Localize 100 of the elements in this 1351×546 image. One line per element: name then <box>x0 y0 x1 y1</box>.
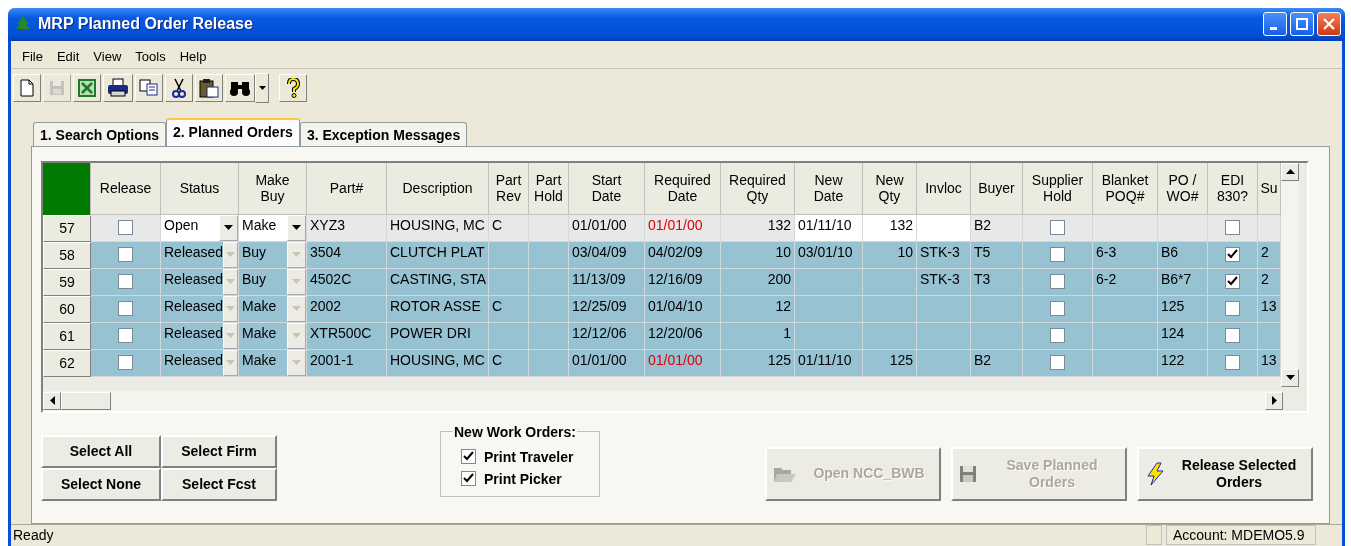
table-cell: B6*7 <box>1158 268 1208 296</box>
maximize-button[interactable] <box>1290 12 1314 37</box>
dropdown-cell[interactable]: Released <box>161 241 239 269</box>
checkbox[interactable] <box>118 355 133 371</box>
row-header[interactable]: 61 <box>43 322 91 350</box>
scroll-right-icon[interactable] <box>1265 391 1283 410</box>
scroll-thumb[interactable] <box>61 391 111 410</box>
checkbox[interactable] <box>1225 220 1240 236</box>
column-header[interactable]: Release <box>91 162 161 215</box>
checkbox-label[interactable]: Print Picker <box>484 470 562 487</box>
checkbox[interactable] <box>1050 220 1065 236</box>
column-header[interactable]: Buyer <box>971 162 1023 215</box>
dropdown-cell[interactable]: Make <box>239 214 307 242</box>
checkbox[interactable] <box>461 449 476 465</box>
table-cell: 01/01/00 <box>645 349 721 377</box>
dropdown-cell[interactable]: Released <box>161 295 239 323</box>
column-header[interactable]: PO / WO# <box>1158 162 1208 215</box>
select-button[interactable]: Select Firm <box>161 434 277 468</box>
column-header[interactable]: Part# <box>307 162 387 215</box>
column-header[interactable]: EDI 830? <box>1208 162 1258 215</box>
column-header[interactable]: Part Hold <box>529 162 569 215</box>
checkbox[interactable] <box>1050 274 1065 290</box>
scroll-down-icon[interactable] <box>1281 368 1299 387</box>
checkbox-label[interactable]: Print Traveler <box>484 448 574 465</box>
row-header[interactable]: 58 <box>43 241 91 269</box>
checkbox[interactable] <box>1050 355 1065 371</box>
close-icon <box>1323 18 1335 31</box>
column-header[interactable]: Status <box>161 162 239 215</box>
column-header[interactable]: Invloc <box>917 162 971 215</box>
select-button[interactable]: Select Fcst <box>161 467 277 501</box>
checkbox[interactable] <box>1225 328 1240 344</box>
caret-icon <box>287 295 306 322</box>
scroll-left-icon[interactable] <box>43 391 61 410</box>
dropdown-cell[interactable]: Buy <box>239 268 307 296</box>
new-document-icon[interactable] <box>13 74 41 103</box>
checkbox[interactable] <box>461 471 476 487</box>
checkbox[interactable] <box>118 247 133 263</box>
checkbox[interactable] <box>1225 274 1240 290</box>
table-cell: 10 <box>721 241 795 269</box>
spreadsheet-icon[interactable] <box>73 74 101 103</box>
checkbox[interactable] <box>118 328 133 344</box>
column-header[interactable]: Start Date <box>569 162 645 215</box>
column-header[interactable]: Required Qty <box>721 162 795 215</box>
column-header[interactable]: New Qty <box>863 162 917 215</box>
table-cell: 01/01/00 <box>569 349 645 377</box>
checkbox[interactable] <box>118 301 133 317</box>
table-cell: CASTING, STA <box>387 268 489 296</box>
menu-item[interactable]: Edit <box>49 48 87 64</box>
checkbox[interactable] <box>1050 247 1065 263</box>
column-header[interactable]: Required Date <box>645 162 721 215</box>
checkbox[interactable] <box>1225 301 1240 317</box>
dropdown-cell[interactable]: Released <box>161 349 239 377</box>
select-button[interactable]: Select None <box>41 467 161 501</box>
menu-item[interactable]: File <box>15 48 50 64</box>
printer-icon[interactable] <box>103 74 133 103</box>
binoculars-icon[interactable] <box>225 74 255 103</box>
minimize-button[interactable] <box>1263 12 1287 37</box>
column-header[interactable]: Part Rev <box>489 162 529 215</box>
dropdown-cell[interactable]: Make <box>239 349 307 377</box>
dropdown-cell[interactable]: Make <box>239 295 307 323</box>
tab[interactable]: 1. Search Options <box>33 121 167 146</box>
tab[interactable]: 3. Exception Messages <box>299 121 468 146</box>
row-header[interactable]: 60 <box>43 295 91 323</box>
close-button[interactable] <box>1317 12 1341 37</box>
menu-item[interactable]: Tools <box>128 48 173 64</box>
vertical-scrollbar[interactable] <box>1281 162 1299 387</box>
help-icon[interactable] <box>279 74 307 103</box>
action-button[interactable]: Release Selected Orders <box>1137 446 1313 501</box>
tab[interactable]: 2. Planned Orders <box>166 117 300 146</box>
dropdown-cell[interactable]: Released <box>161 268 239 296</box>
row-header[interactable]: 62 <box>43 349 91 377</box>
column-header[interactable]: Su <box>1258 162 1281 215</box>
paste-icon[interactable] <box>195 74 223 103</box>
dropdown-cell[interactable]: Released <box>161 322 239 350</box>
column-header[interactable]: Blanket POQ# <box>1093 162 1158 215</box>
column-header[interactable]: Description <box>387 162 489 215</box>
checkbox[interactable] <box>1050 328 1065 344</box>
select-button[interactable]: Select All <box>41 434 161 468</box>
column-header[interactable]: Supplier Hold <box>1023 162 1093 215</box>
copy-icon[interactable] <box>135 74 163 103</box>
dropdown-cell[interactable]: Make <box>239 322 307 350</box>
checkbox[interactable] <box>118 274 133 290</box>
menu-item[interactable]: Help <box>172 48 214 64</box>
checkbox[interactable] <box>1050 301 1065 317</box>
caret-icon <box>223 295 238 322</box>
table-cell <box>489 322 529 350</box>
row-header[interactable]: 59 <box>43 268 91 296</box>
scroll-up-icon[interactable] <box>1281 162 1299 181</box>
dropdown-cell[interactable]: Buy <box>239 241 307 269</box>
row-header[interactable]: 57 <box>43 214 91 242</box>
checkbox[interactable] <box>118 220 133 236</box>
cut-icon[interactable] <box>165 74 193 103</box>
column-header[interactable]: New Date <box>795 162 863 215</box>
checkbox[interactable] <box>1225 355 1240 371</box>
column-header[interactable]: Make Buy <box>239 162 307 215</box>
menu-item[interactable]: View <box>86 48 129 64</box>
checkbox[interactable] <box>1225 247 1240 263</box>
table-cell <box>529 214 569 242</box>
horizontal-scrollbar[interactable] <box>43 390 1283 411</box>
dropdown-cell[interactable]: Open <box>161 214 239 242</box>
